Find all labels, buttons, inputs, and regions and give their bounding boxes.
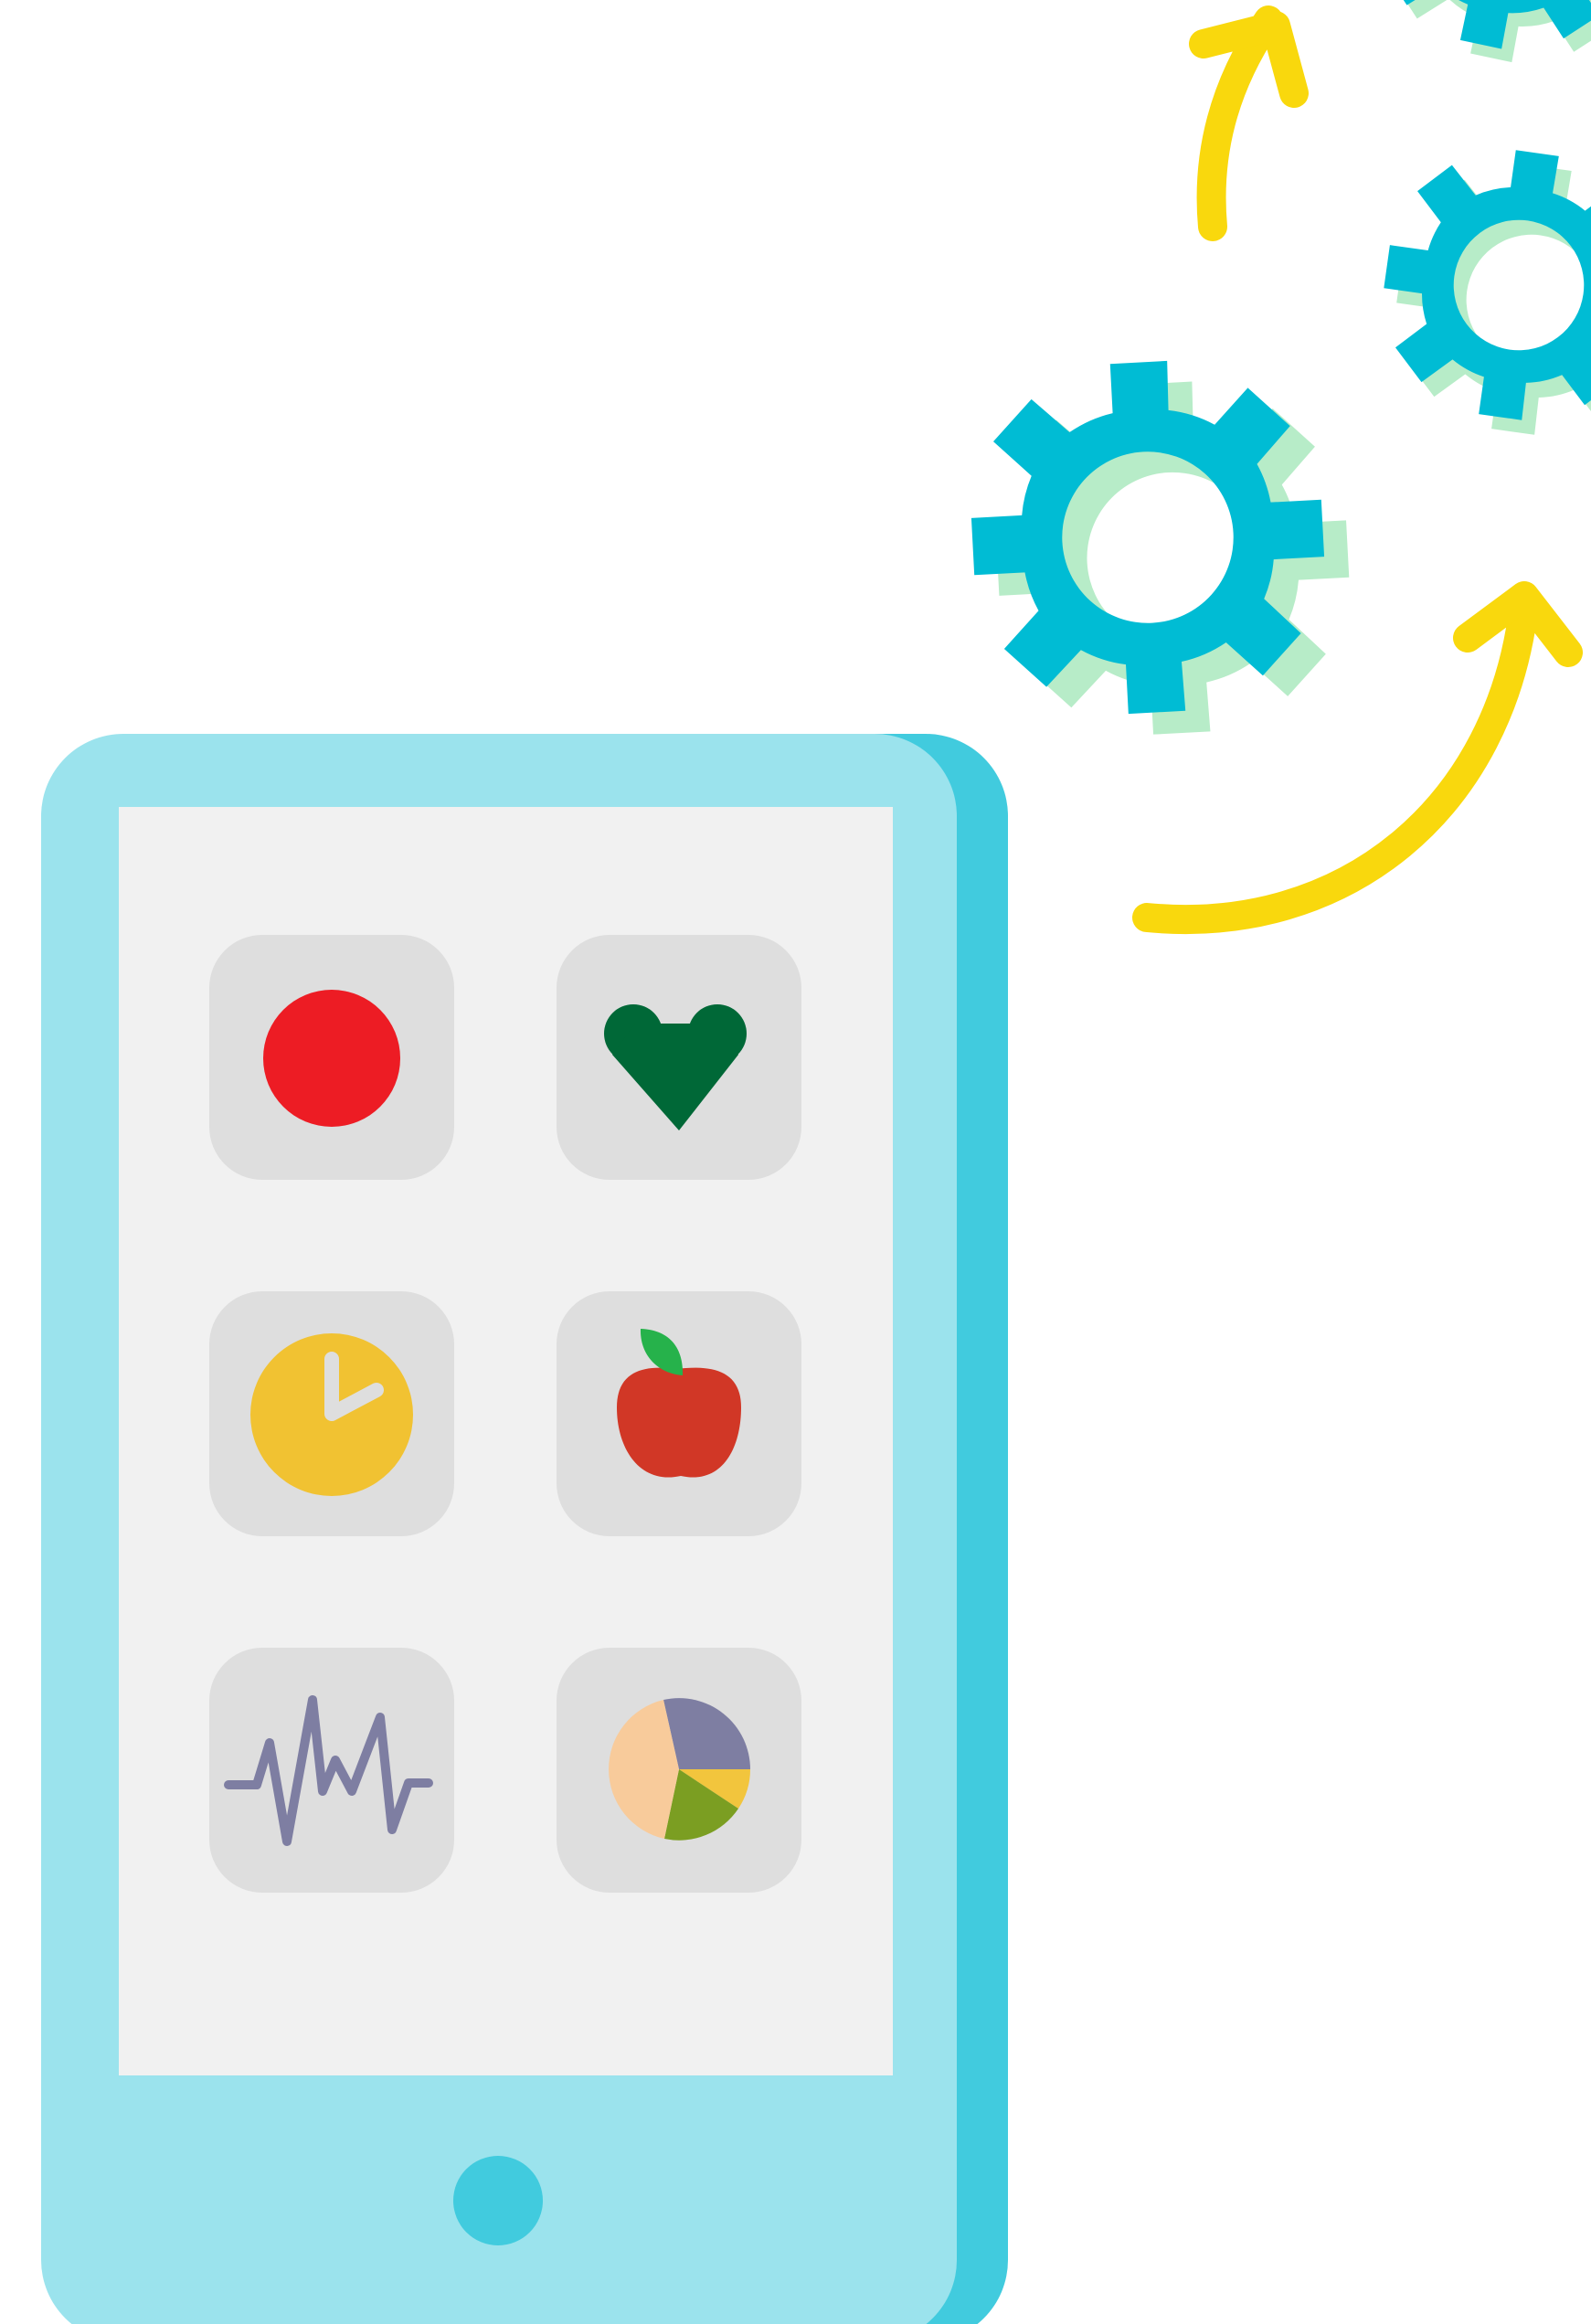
app-tile-apple[interactable] (557, 1291, 801, 1536)
home-button[interactable] (453, 2156, 543, 2245)
app-tile-record[interactable] (209, 935, 454, 1180)
smartphone (41, 734, 1008, 2324)
gear-icon (1353, 0, 1591, 85)
scene (41, 0, 1591, 2324)
app-tile-pie-chart[interactable] (557, 1648, 801, 1893)
record-dot-icon (263, 990, 400, 1127)
pie-chart-icon (609, 1698, 750, 1841)
curved-arrow-icon (1189, 5, 1309, 241)
clock-icon (250, 1333, 413, 1496)
app-tile-heartbeat[interactable] (209, 1648, 454, 1893)
gear-icon (963, 353, 1357, 743)
app-tile-heart[interactable] (557, 935, 801, 1180)
gear-icon (1368, 134, 1591, 451)
app-tile-clock[interactable] (209, 1291, 454, 1536)
